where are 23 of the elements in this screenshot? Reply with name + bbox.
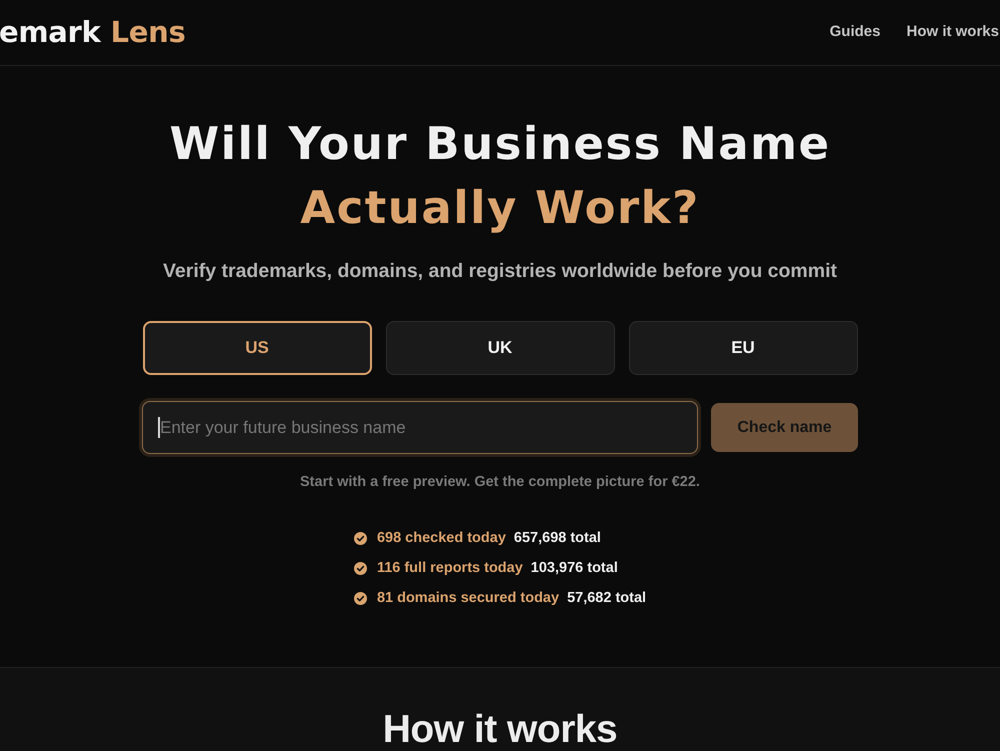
stat-total: 103,976 total xyxy=(530,559,618,578)
check-circle-icon xyxy=(354,562,367,575)
nav-link[interactable]: How it works xyxy=(906,23,999,40)
logo-accent-word[interactable]: Lens xyxy=(110,14,186,48)
hero-title: Will Your Business Name xyxy=(169,116,831,172)
check-circle-icon xyxy=(354,592,367,605)
region-tab[interactable]: UK xyxy=(386,321,614,375)
stat-total: 657,698 total xyxy=(514,529,601,548)
text-cursor xyxy=(158,417,160,438)
stat-total: 57,682 total xyxy=(567,589,646,608)
nav-link[interactable]: Guides xyxy=(830,23,880,40)
pricing-note: Start with a free preview. Get the complete picture for €22. xyxy=(300,474,700,490)
business-name-field[interactable]: Enter your future business name xyxy=(142,401,698,454)
stat-today: 698 checked today xyxy=(376,529,506,548)
stat-today: 81 domains secured today xyxy=(376,589,560,608)
stat-today: 116 full reports today xyxy=(376,559,523,578)
logo-wordmark[interactable]: emark xyxy=(0,14,101,48)
check-circle-icon xyxy=(354,532,367,545)
hero-subtitle: Verify trademarks, domains, and registries worldwide before you commit xyxy=(162,260,838,283)
hero-title-accent: Actually Work? xyxy=(300,180,700,236)
region-tab[interactable]: US xyxy=(142,321,372,375)
section-heading: How it works xyxy=(382,707,618,751)
region-tab[interactable]: EU xyxy=(628,321,858,375)
